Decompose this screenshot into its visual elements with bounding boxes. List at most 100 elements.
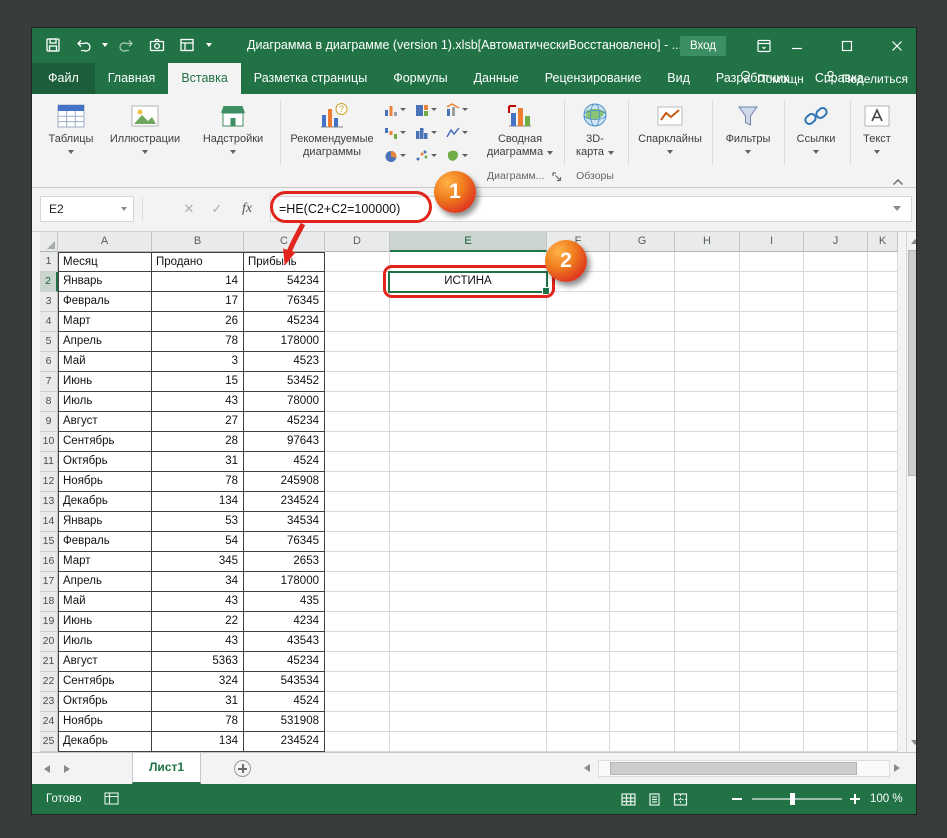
row-header-23[interactable]: 23 <box>40 692 58 712</box>
name-box-caret-icon[interactable] <box>121 207 127 211</box>
cell-B2[interactable]: 14 <box>152 272 244 292</box>
cell-G11[interactable] <box>610 452 675 472</box>
cell-D10[interactable] <box>325 432 390 452</box>
row-header-11[interactable]: 11 <box>40 452 58 472</box>
cell-G13[interactable] <box>610 492 675 512</box>
cell-H23[interactable] <box>675 692 740 712</box>
cell-C1[interactable]: Прибыль <box>244 252 325 272</box>
cell-B19[interactable]: 22 <box>152 612 244 632</box>
cell-C13[interactable]: 234524 <box>244 492 325 512</box>
cell-J22[interactable] <box>804 672 868 692</box>
cell-F3[interactable] <box>547 292 610 312</box>
cell-H24[interactable] <box>675 712 740 732</box>
cell-H1[interactable] <box>675 252 740 272</box>
cell-D14[interactable] <box>325 512 390 532</box>
cell-A8[interactable]: Июль <box>58 392 152 412</box>
share-button[interactable]: Поделиться <box>824 70 908 87</box>
cell-E6[interactable] <box>390 352 547 372</box>
cell-J19[interactable] <box>804 612 868 632</box>
cell-G16[interactable] <box>610 552 675 572</box>
cell-K16[interactable] <box>868 552 898 572</box>
cell-B4[interactable]: 26 <box>152 312 244 332</box>
ribbon-tab-Разметка страницы[interactable]: Разметка страницы <box>241 63 380 94</box>
save-icon[interactable] <box>42 34 64 56</box>
cell-I4[interactable] <box>740 312 804 332</box>
cell-A11[interactable]: Октябрь <box>58 452 152 472</box>
cell-F2[interactable] <box>547 272 610 292</box>
treemap-chart-button[interactable] <box>415 102 446 117</box>
cell-F4[interactable] <box>547 312 610 332</box>
cell-C19[interactable]: 4234 <box>244 612 325 632</box>
cell-I25[interactable] <box>740 732 804 752</box>
cell-B8[interactable]: 43 <box>152 392 244 412</box>
row-header-8[interactable]: 8 <box>40 392 58 412</box>
row-header-24[interactable]: 24 <box>40 712 58 732</box>
cell-A2[interactable]: Январь <box>58 272 152 292</box>
cell-C23[interactable]: 4524 <box>244 692 325 712</box>
cell-F9[interactable] <box>547 412 610 432</box>
cell-A18[interactable]: Май <box>58 592 152 612</box>
cell-G3[interactable] <box>610 292 675 312</box>
column-header-J[interactable]: J <box>804 232 868 252</box>
cell-H14[interactable] <box>675 512 740 532</box>
cell-H22[interactable] <box>675 672 740 692</box>
row-header-19[interactable]: 19 <box>40 612 58 632</box>
cell-I7[interactable] <box>740 372 804 392</box>
cell-B11[interactable]: 31 <box>152 452 244 472</box>
cell-I9[interactable] <box>740 412 804 432</box>
cell-G6[interactable] <box>610 352 675 372</box>
cell-F17[interactable] <box>547 572 610 592</box>
addins-group-button[interactable]: Надстройки <box>192 98 274 170</box>
cell-H7[interactable] <box>675 372 740 392</box>
cell-H9[interactable] <box>675 412 740 432</box>
cell-H8[interactable] <box>675 392 740 412</box>
sign-in-button[interactable]: Вход <box>680 36 726 56</box>
column-header-B[interactable]: B <box>152 232 244 252</box>
cell-I8[interactable] <box>740 392 804 412</box>
cell-E25[interactable] <box>390 732 547 752</box>
cell-C20[interactable]: 43543 <box>244 632 325 652</box>
map3d-button[interactable]: 3D- карта <box>568 98 622 170</box>
cell-E1[interactable] <box>390 252 547 272</box>
cell-K10[interactable] <box>868 432 898 452</box>
cell-F13[interactable] <box>547 492 610 512</box>
cell-J21[interactable] <box>804 652 868 672</box>
cell-C3[interactable]: 76345 <box>244 292 325 312</box>
cell-E13[interactable] <box>390 492 547 512</box>
cell-H11[interactable] <box>675 452 740 472</box>
undo-icon[interactable] <box>72 34 94 56</box>
cell-B18[interactable]: 43 <box>152 592 244 612</box>
normal-view-icon[interactable] <box>618 791 638 808</box>
cell-J15[interactable] <box>804 532 868 552</box>
cell-E14[interactable] <box>390 512 547 532</box>
row-header-22[interactable]: 22 <box>40 672 58 692</box>
cell-E4[interactable] <box>390 312 547 332</box>
cell-C16[interactable]: 2653 <box>244 552 325 572</box>
cell-H21[interactable] <box>675 652 740 672</box>
tables-group-button[interactable]: Таблицы <box>42 98 100 170</box>
cell-G20[interactable] <box>610 632 675 652</box>
cell-D22[interactable] <box>325 672 390 692</box>
cell-C9[interactable]: 45234 <box>244 412 325 432</box>
zoom-out-icon[interactable] <box>732 798 742 800</box>
row-header-4[interactable]: 4 <box>40 312 58 332</box>
cell-C2[interactable]: 54234 <box>244 272 325 292</box>
horizontal-scrollbar[interactable] <box>598 760 890 777</box>
cell-E24[interactable] <box>390 712 547 732</box>
cell-D7[interactable] <box>325 372 390 392</box>
cell-G18[interactable] <box>610 592 675 612</box>
cell-K13[interactable] <box>868 492 898 512</box>
cell-H10[interactable] <box>675 432 740 452</box>
cell-K6[interactable] <box>868 352 898 372</box>
cell-G21[interactable] <box>610 652 675 672</box>
collapse-ribbon-icon[interactable] <box>892 173 906 185</box>
cell-I22[interactable] <box>740 672 804 692</box>
cell-F22[interactable] <box>547 672 610 692</box>
cell-B10[interactable]: 28 <box>152 432 244 452</box>
cell-F25[interactable] <box>547 732 610 752</box>
cell-G22[interactable] <box>610 672 675 692</box>
cell-J6[interactable] <box>804 352 868 372</box>
cell-F19[interactable] <box>547 612 610 632</box>
name-box[interactable]: E2 <box>40 196 134 222</box>
cell-I11[interactable] <box>740 452 804 472</box>
